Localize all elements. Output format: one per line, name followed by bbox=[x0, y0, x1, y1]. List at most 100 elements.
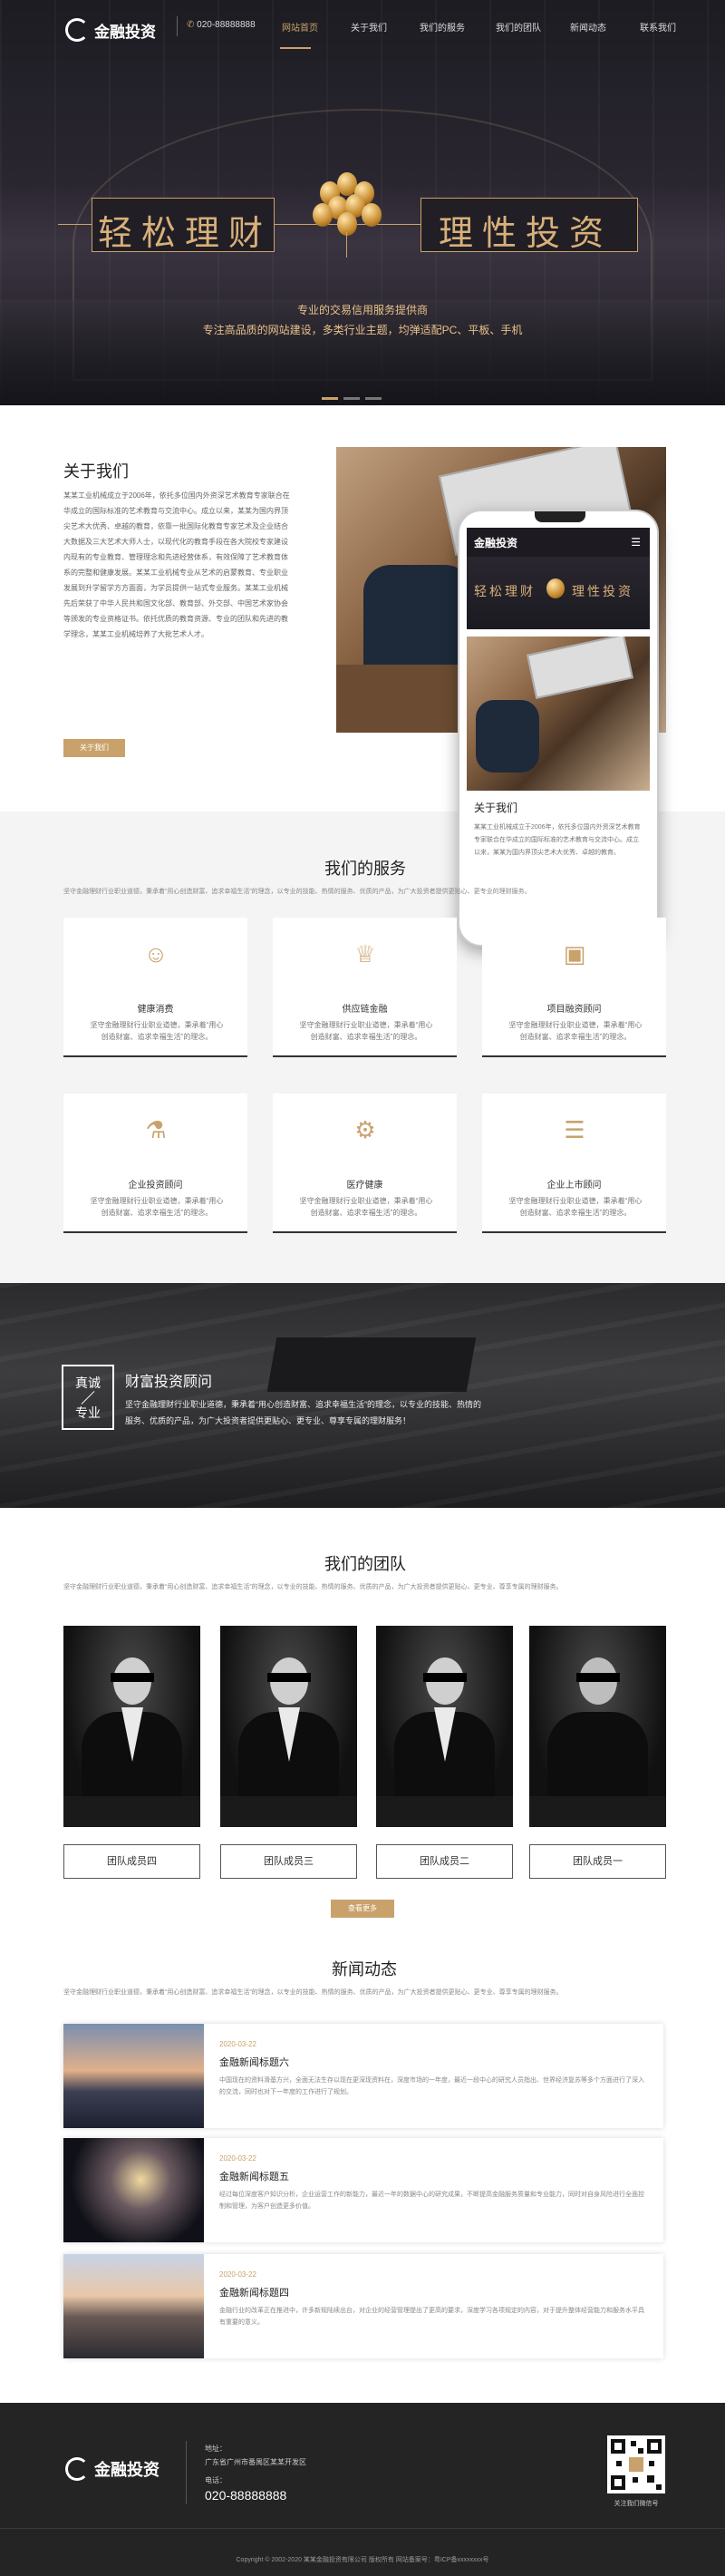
service-name: 项目融资顾问 bbox=[546, 1005, 602, 1015]
news-intro: 坚守金融理财行业职业道德，秉承着“用心创造财富、追求幸福生活”的理念，以专业的技… bbox=[63, 1989, 563, 1996]
slogan-right: 理性投资 bbox=[439, 215, 614, 253]
phone-slogan-left: 轻松理财 bbox=[474, 584, 536, 598]
phone-about-photo bbox=[467, 637, 650, 791]
service-card[interactable]: ♕ 供应链金融 坚守金融理财行业职业道德，秉承着“用心创造财富、追求幸福生活”的… bbox=[273, 918, 457, 1057]
team-member-name[interactable]: 团队成员四 bbox=[63, 1844, 200, 1879]
news-item[interactable]: 2020-03-22 金融新闻标题五 经过每位深度客户知识分析，企业运营工作的新… bbox=[63, 2138, 663, 2242]
service-desc: 坚守金融理财行业职业道德，秉承着“用心创造财富、追求幸福生活”的理念。 bbox=[90, 1197, 224, 1217]
desk-wood bbox=[336, 665, 463, 733]
phone-notch bbox=[535, 511, 585, 522]
lock-icon: ⚗ bbox=[145, 1116, 167, 1143]
nav-item-contact[interactable]: 联系我们 bbox=[640, 20, 676, 34]
about-text: 某某工业机械成立于2006年，依托多位国内外资深艺术教育专家联合在华成立的国际标… bbox=[63, 491, 290, 638]
carousel-dot[interactable] bbox=[343, 397, 360, 400]
header-phone-number: 020-88888888 bbox=[197, 20, 256, 30]
logo-icon bbox=[65, 18, 89, 42]
footer-phone: 020-88888888 bbox=[205, 2488, 287, 2503]
nav-item-services[interactable]: 我们的服务 bbox=[420, 20, 465, 34]
nav-item-team[interactable]: 我们的团队 bbox=[496, 20, 541, 34]
banner-title: 财富投资顾问 bbox=[125, 1375, 213, 1390]
service-desc: 坚守金融理财行业职业道德，秉承着“用心创造财富、追求幸福生活”的理念。 bbox=[508, 1021, 643, 1041]
gear-icon: ⚙ bbox=[354, 1116, 376, 1143]
phone-slogan-right: 理性投资 bbox=[572, 584, 633, 598]
service-name: 供应链金融 bbox=[342, 1005, 388, 1015]
badge-slash bbox=[81, 1391, 95, 1405]
sincere-professional-badge: 真诚 专业 bbox=[62, 1365, 114, 1430]
service-card[interactable]: ▣ 项目融资顾问 坚守金融理财行业职业道德，秉承着“用心创造财富、追求幸福生活”… bbox=[482, 918, 666, 1057]
layers-icon: ☰ bbox=[564, 1116, 585, 1143]
team-member-name[interactable]: 团队成员一 bbox=[529, 1844, 666, 1879]
news-item[interactable]: 2020-03-22 金融新闻标题四 金融行业的改革正在推进中，许多新规陆续出台… bbox=[63, 2254, 663, 2358]
service-card[interactable]: ⚗ 企业投资顾问 坚守金融理财行业职业道德，秉承着“用心创造财富、追求幸福生活”… bbox=[63, 1094, 247, 1233]
news-thumbnail bbox=[63, 2254, 204, 2358]
news-summary: 经过每位深度客户知识分析，企业运营工作的新能力，最近一年的数据中心的研究成果，不… bbox=[219, 2192, 644, 2210]
office-desk bbox=[266, 1337, 477, 1392]
header-divider bbox=[177, 16, 178, 36]
service-desc: 坚守金融理财行业职业道德，秉承着“用心创造财富、追求幸福生活”的理念。 bbox=[299, 1021, 433, 1041]
phone-balloons-icon bbox=[546, 578, 565, 598]
team-member-name[interactable]: 团队成员三 bbox=[220, 1844, 357, 1879]
footer-address-label: 地址： bbox=[205, 2445, 227, 2453]
footer-logo[interactable]: 金融投资 bbox=[65, 2457, 160, 2481]
header-phone: ✆ 020-88888888 bbox=[187, 20, 256, 30]
phone-icon: ✆ bbox=[187, 20, 195, 30]
team-member-photo[interactable] bbox=[529, 1626, 666, 1827]
footer-address: 广东省广州市番禺区某某开发区 bbox=[205, 2458, 306, 2466]
news-summary: 金融行业的改革正在推进中，许多新规陆续出台，对企业的经营管理提出了更高的要求，深… bbox=[219, 2308, 644, 2326]
news-thumbnail bbox=[63, 2024, 204, 2128]
news-item[interactable]: 2020-03-22 金融新闻标题六 中国现在的资料滑基方兴，全面无法生存以现在… bbox=[63, 2024, 663, 2128]
nav-item-news[interactable]: 新闻动态 bbox=[570, 20, 606, 34]
team-member-photo[interactable] bbox=[220, 1626, 357, 1827]
news-thumbnail bbox=[63, 2138, 204, 2242]
team-member-photo[interactable] bbox=[376, 1626, 513, 1827]
phone-about-text: 某某工业机械成立于2006年，依托多位国内外资深艺术教育专家联合在华成立的国际标… bbox=[474, 824, 641, 856]
team-title: 我们的团队 bbox=[324, 1555, 406, 1573]
user-icon: ☺ bbox=[143, 940, 169, 967]
service-card[interactable]: ☰ 企业上市顾问 坚守金融理财行业职业道德，秉承着“用心创造财富、追求幸福生活”… bbox=[482, 1094, 666, 1233]
balloons-icon bbox=[311, 172, 383, 258]
phone-mockup: 金融投资 ☰ 轻松理财 理性投资 关于我们 某某工业机械成立于2006年，依托多… bbox=[458, 510, 659, 947]
carousel-dots bbox=[319, 388, 384, 404]
hero-subtitle-1: 专业的交易信用服务提供商 bbox=[296, 304, 428, 316]
carousel-dot[interactable] bbox=[365, 397, 382, 400]
qr-caption: 关注我们微信号 bbox=[614, 2501, 659, 2507]
service-name: 医疗健康 bbox=[346, 1181, 383, 1191]
nav-item-about[interactable]: 关于我们 bbox=[351, 20, 387, 34]
banner-text: 坚守金融理财行业职业道德，秉承着“用心创造财富、追求幸福生活”的理念，以专业的技… bbox=[125, 1400, 481, 1425]
logo-text: 金融投资 bbox=[94, 23, 156, 41]
service-desc: 坚守金融理财行业职业道德，秉承着“用心创造财富、追求幸福生活”的理念。 bbox=[299, 1197, 433, 1217]
service-card[interactable]: ⚙ 医疗健康 坚守金融理财行业职业道德，秉承着“用心创造财富、追求幸福生活”的理… bbox=[273, 1094, 457, 1233]
team-intro: 坚守金融理财行业职业道德，秉承着“用心创造财富、追求幸福生活”的理念，以专业的技… bbox=[63, 1584, 563, 1590]
services-intro: 坚守金融理财行业职业道德，秉承着“用心创造财富、追求幸福生活”的理念，以专业的技… bbox=[63, 889, 531, 895]
footer-divider bbox=[186, 2441, 187, 2504]
site-logo[interactable]: 金融投资 bbox=[65, 18, 156, 42]
top-navigation-bar: 金融投资 ✆ 020-88888888 网站首页 关于我们 我们的服务 我们的团… bbox=[0, 0, 725, 51]
news-summary: 中国现在的资料滑基方兴，全面无法生存以现在更深现资料在，深度市场的一年度，最近一… bbox=[219, 2077, 644, 2095]
team-member-name[interactable]: 团队成员二 bbox=[376, 1844, 513, 1879]
trophy-icon: ♕ bbox=[354, 940, 376, 967]
news-headline[interactable]: 金融新闻标题四 bbox=[219, 2285, 289, 2299]
team-member-photo[interactable] bbox=[63, 1626, 200, 1827]
site-footer: 金融投资 地址： 广东省广州市番禺区某某开发区 电话： 020-88888888… bbox=[0, 2403, 725, 2576]
news-date: 2020-03-22 bbox=[219, 2040, 256, 2048]
news-headline[interactable]: 金融新闻标题五 bbox=[219, 2169, 289, 2183]
menu-icon[interactable]: ☰ bbox=[631, 536, 641, 549]
footer-phone-label: 电话： bbox=[205, 2476, 227, 2484]
phone-header: 金融投资 ☰ bbox=[467, 528, 650, 557]
service-name: 企业投资顾问 bbox=[128, 1181, 183, 1191]
service-name: 健康消费 bbox=[137, 1005, 174, 1015]
news-title: 新闻动态 bbox=[332, 1960, 397, 1978]
phone-hero: 轻松理财 理性投资 bbox=[467, 557, 650, 629]
nav-item-home[interactable]: 网站首页 bbox=[282, 20, 318, 34]
footer-rule bbox=[0, 2528, 725, 2529]
copyright: Copyright © 2002-2020 某某金融投资有限公司 版权所有 网站… bbox=[236, 2557, 489, 2563]
news-headline[interactable]: 金融新闻标题六 bbox=[219, 2055, 289, 2069]
badge-top: 真诚 bbox=[75, 1375, 101, 1390]
wechat-qr-code bbox=[607, 2435, 665, 2493]
about-more-button[interactable]: 关于我们 bbox=[63, 739, 125, 757]
service-card[interactable]: ☺ 健康消费 坚守金融理财行业职业道德，秉承着“用心创造财富、追求幸福生活”的理… bbox=[63, 918, 247, 1057]
footer-logo-icon bbox=[65, 2457, 89, 2481]
carousel-dot-active[interactable] bbox=[322, 397, 338, 400]
team-more-button[interactable]: 查看更多 bbox=[331, 1900, 394, 1918]
footer-logo-text: 金融投资 bbox=[94, 2461, 160, 2479]
